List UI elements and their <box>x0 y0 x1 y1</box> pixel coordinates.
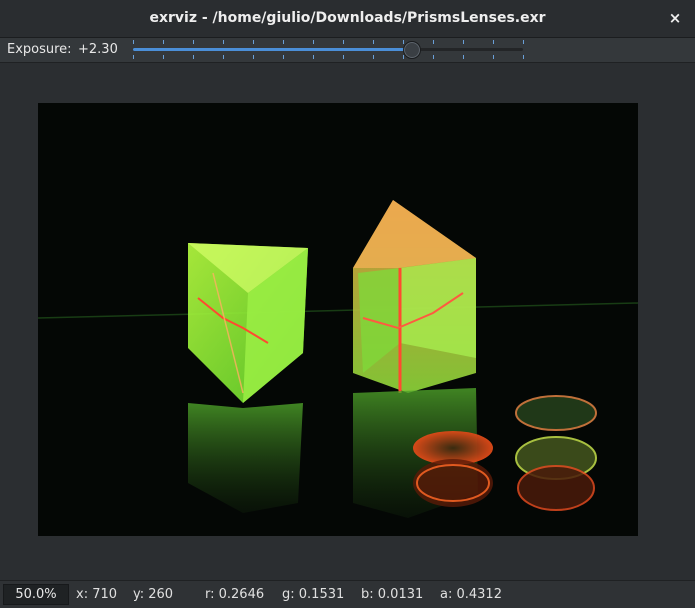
slider-tick <box>223 55 224 59</box>
exposure-label: Exposure: <box>7 42 72 57</box>
slider-tick <box>313 55 314 59</box>
exposure-value: +2.30 <box>78 42 118 57</box>
slider-tick <box>523 55 524 59</box>
slider-tick <box>253 40 254 44</box>
slider-tick <box>193 40 194 44</box>
slider-fill <box>133 48 411 51</box>
slider-handle[interactable] <box>403 41 421 59</box>
slider-tick <box>373 40 374 44</box>
slider-tick <box>463 40 464 44</box>
image-viewport[interactable] <box>0 63 695 580</box>
slider-tick <box>163 55 164 59</box>
slider-tick <box>193 55 194 59</box>
exr-image[interactable] <box>38 103 638 536</box>
slider-tick <box>403 55 404 59</box>
slider-tick <box>343 40 344 44</box>
slider-tick <box>403 40 404 44</box>
slider-tick <box>133 55 134 59</box>
slider-tick <box>463 55 464 59</box>
exposure-slider[interactable] <box>133 38 524 62</box>
window-title: exrviz - /home/giulio/Downloads/PrismsLe… <box>149 10 546 26</box>
slider-tick <box>223 40 224 44</box>
slider-tick <box>373 55 374 59</box>
slider-tick <box>283 55 284 59</box>
slider-tick <box>163 40 164 44</box>
slider-tick <box>493 55 494 59</box>
slider-tick <box>493 40 494 44</box>
prisms-lenses-image-icon <box>38 103 638 536</box>
slider-tick <box>433 55 434 59</box>
slider-tick <box>343 55 344 59</box>
slider-tick <box>253 55 254 59</box>
status-bar: 50.0% x: 710 y: 260 r: 0.2646 g: 0.1531 … <box>0 580 695 608</box>
pixel-green: g: 0.1531 <box>282 587 345 602</box>
slider-tick <box>133 40 134 44</box>
close-icon[interactable]: × <box>665 8 685 28</box>
cursor-x: x: 710 <box>76 587 118 602</box>
slider-tick <box>313 40 314 44</box>
slider-tick <box>433 40 434 44</box>
pixel-blue: b: 0.0131 <box>361 587 424 602</box>
exposure-toolbar: Exposure: +2.30 <box>0 38 695 63</box>
zoom-level[interactable]: 50.0% <box>3 584 69 605</box>
cursor-y: y: 260 <box>133 587 174 602</box>
slider-tick <box>283 40 284 44</box>
title-bar: exrviz - /home/giulio/Downloads/PrismsLe… <box>0 0 695 38</box>
slider-tick <box>523 40 524 44</box>
pixel-alpha: a: 0.4312 <box>440 587 502 602</box>
pixel-red: r: 0.2646 <box>205 587 265 602</box>
